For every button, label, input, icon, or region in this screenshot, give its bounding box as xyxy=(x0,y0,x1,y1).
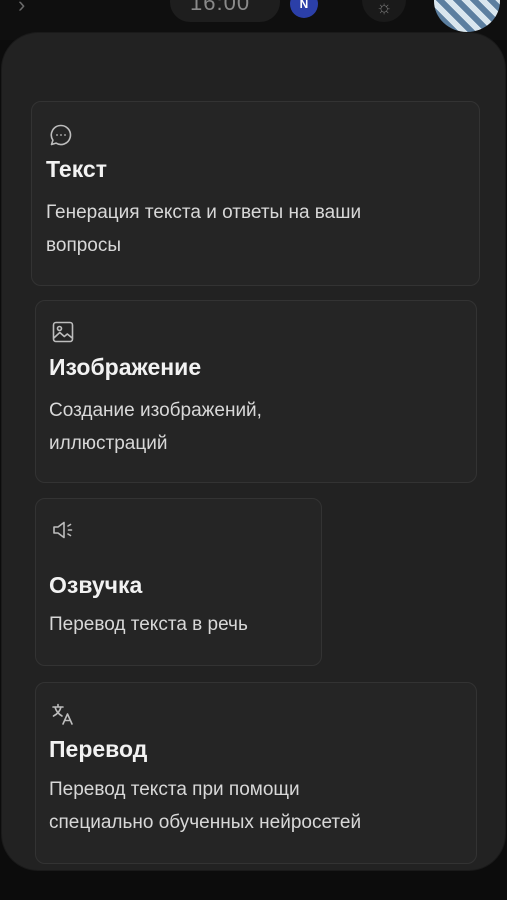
option-title: Изображение xyxy=(49,354,202,380)
option-card-image[interactable]: Изображение Создание изображений, иллюст… xyxy=(35,300,477,483)
mode-picker-sheet: Текст Генерация текста и ответы на ваши … xyxy=(2,33,505,870)
option-description: Перевод текста при помощи специально обу… xyxy=(49,773,361,839)
option-title: Перевод xyxy=(49,736,148,762)
translate-icon xyxy=(50,701,76,727)
description-line: Создание изображений, xyxy=(49,400,262,421)
sun-icon[interactable]: ☼ xyxy=(362,0,406,22)
option-card-translate[interactable]: Перевод Перевод текста при помощи специа… xyxy=(35,682,477,864)
description-line: Перевод текста при помощи xyxy=(49,779,300,800)
description-line: Перевод текста в речь xyxy=(49,614,248,635)
option-description: Перевод текста в речь xyxy=(49,608,248,641)
description-line: иллюстраций xyxy=(49,433,168,454)
option-title: Текст xyxy=(46,156,107,182)
speaker-icon xyxy=(50,517,76,543)
option-card-text[interactable]: Текст Генерация текста и ответы на ваши … xyxy=(31,101,480,286)
chevron-left-icon[interactable]: › xyxy=(18,0,25,18)
image-icon xyxy=(50,319,76,345)
description-line: специально обученных нейросетей xyxy=(49,812,362,833)
avatar[interactable] xyxy=(434,0,500,32)
status-time: 16:00 xyxy=(190,0,251,15)
description-line: вопросы xyxy=(46,235,122,256)
option-description: Создание изображений, иллюстраций xyxy=(49,394,262,460)
chat-bubble-icon xyxy=(48,122,74,148)
option-description: Генерация текста и ответы на ваши вопрос… xyxy=(46,196,361,262)
n-badge-icon: N xyxy=(290,0,318,18)
option-title: Озвучка xyxy=(49,572,143,598)
option-card-voice[interactable]: Озвучка Перевод текста в речь xyxy=(35,498,322,666)
description-line: Генерация текста и ответы на ваши xyxy=(46,202,362,223)
